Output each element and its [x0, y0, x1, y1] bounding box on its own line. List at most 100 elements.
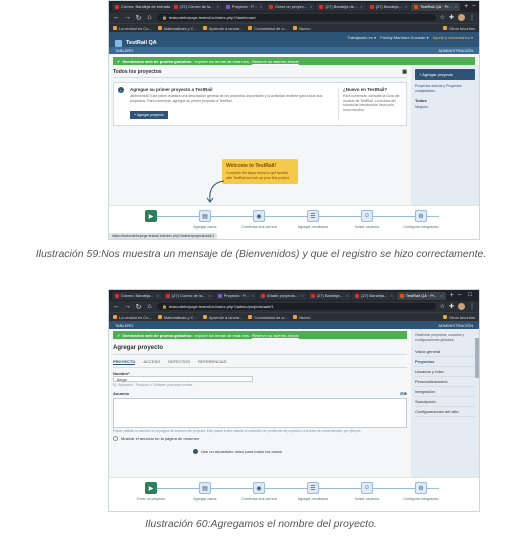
bookmark-item[interactable]: Nuevo: [293, 315, 311, 320]
form-tab[interactable]: PROYECTO: [113, 359, 136, 365]
user-menu[interactable]: Freddy Martínez Guzmán ▾: [380, 35, 428, 40]
bookmark-item[interactable]: Matemáticas y C...: [157, 26, 197, 31]
url-field[interactable]: 🔒 testcodeforjorge.testrail.io/index.php…: [157, 303, 436, 310]
bookmark-item[interactable]: La verdad es Co...: [113, 315, 152, 320]
project-name-input[interactable]: Juego: [113, 376, 253, 382]
single-repo-radio[interactable]: [193, 449, 198, 454]
tab-close-icon[interactable]: ×: [440, 293, 442, 298]
home-icon[interactable]: ⌂: [146, 303, 153, 310]
browser-tab[interactable]: Correo: Bandeja... ×: [112, 291, 162, 300]
profile-avatar[interactable]: [458, 14, 465, 21]
forward-icon[interactable]: →: [124, 303, 131, 310]
onboarding-step[interactable]: ▶ Crear un proyecto: [126, 482, 176, 501]
back-icon[interactable]: ←: [113, 14, 120, 21]
new-tab-button[interactable]: +: [461, 3, 471, 10]
browser-tab[interactable]: Crear un proyec... ×: [266, 2, 316, 11]
tab-close-icon[interactable]: ×: [390, 293, 392, 298]
admin-nav-item[interactable]: Personalizaciones: [415, 377, 475, 387]
form-tab[interactable]: DEFECTOS: [168, 359, 190, 365]
help-menu[interactable]: Ayuda y comentarios ▾: [433, 35, 473, 40]
tab-dashboard[interactable]: TABLERO: [115, 48, 133, 53]
onboarding-step[interactable]: ☺ Invitar usuarios: [342, 482, 392, 501]
menu-dots-icon[interactable]: ⋮: [469, 14, 475, 21]
tab-close-icon[interactable]: ×: [310, 4, 312, 9]
scrollbar-thumb[interactable]: [475, 338, 479, 378]
forward-icon[interactable]: →: [124, 14, 131, 21]
sidebar-links[interactable]: Proyectos activos y Proyectos completado…: [415, 84, 475, 94]
tab-close-icon[interactable]: ×: [405, 4, 407, 9]
onboarding-step[interactable]: ◉ Comienza una carrera: [234, 210, 284, 229]
browser-tab[interactable]: TestRail QA · Pr... ×: [411, 2, 461, 11]
bookmark-item[interactable]: Comunidad de a...: [248, 315, 287, 320]
profile-avatar[interactable]: [458, 303, 465, 310]
other-bookmarks[interactable]: Otros favoritos: [442, 315, 475, 320]
home-icon[interactable]: ⌂: [146, 14, 153, 21]
browser-tab[interactable]: Proyecto · P... ×: [222, 2, 266, 11]
browser-tab[interactable]: (27) Correo de la... ×: [171, 2, 222, 11]
onboarding-step[interactable]: ◉ Comienza una carrera: [234, 482, 284, 501]
admin-nav-item[interactable]: Suscripción: [415, 397, 475, 407]
form-tab[interactable]: ACCESO: [143, 359, 160, 365]
browser-tab[interactable]: TestRail QA · Pr... ×: [396, 291, 446, 300]
minimize-icon[interactable]: –: [458, 292, 461, 299]
url-field[interactable]: 🔒 testcodeforjorge.testrail.io/index.php…: [157, 14, 436, 21]
onboarding-step[interactable]: ⚙ Configurar integración: [396, 210, 446, 229]
browser-tab[interactable]: Correo: Bandeja de entrada×: [112, 2, 170, 11]
form-tab[interactable]: REFERENCIAS: [198, 359, 226, 365]
tab-close-icon[interactable]: ×: [156, 293, 158, 298]
bookmark-star-icon[interactable]: ☆: [440, 303, 445, 310]
tab-close-icon[interactable]: ×: [360, 4, 362, 9]
admin-nav-item[interactable]: Configuraciones del sitio: [415, 407, 475, 417]
reload-icon[interactable]: ↻: [135, 303, 142, 311]
tab-close-icon[interactable]: ×: [455, 4, 457, 9]
puzzle-icon[interactable]: ✚: [449, 303, 454, 310]
repository-option-row[interactable]: Use un repositorio único para todos los …: [113, 449, 407, 454]
browser-tab[interactable]: (27) Bandeja... ×: [307, 291, 352, 300]
admin-nav-item[interactable]: Integración: [415, 387, 475, 397]
onboarding-step[interactable]: ☰ Agregar resultados: [288, 210, 338, 229]
tab-dashboard[interactable]: TABLERO: [115, 323, 133, 328]
bookmark-star-icon[interactable]: ☆: [440, 14, 445, 21]
bookmark-item[interactable]: Aprende a lanzar...: [202, 26, 242, 31]
workspace-menu[interactable]: Trabajando en ▾: [347, 35, 376, 40]
onboarding-step[interactable]: ⚙ Configurar integración: [396, 482, 446, 501]
other-bookmarks[interactable]: Otros favoritos: [442, 26, 475, 31]
tab-close-icon[interactable]: ×: [260, 4, 262, 9]
new-tab-button[interactable]: +: [447, 292, 457, 299]
onboarding-step[interactable]: ▤ Agregar casos: [180, 482, 230, 501]
announcement-textarea[interactable]: [113, 398, 407, 428]
bookmark-item[interactable]: Comunidad de a...: [248, 26, 287, 31]
tab-close-icon[interactable]: ×: [252, 293, 254, 298]
browser-tab[interactable]: (27) Bandeja... ×: [366, 2, 411, 11]
onboarding-step[interactable]: ☰ Agregar resultados: [288, 482, 338, 501]
view-toggle-icon[interactable]: ▦: [402, 69, 407, 75]
minimize-icon[interactable]: –: [472, 3, 475, 10]
back-icon[interactable]: ←: [113, 303, 120, 310]
tab-close-icon[interactable]: ×: [217, 4, 219, 9]
browser-tab[interactable]: Añadir proyecto... ×: [257, 291, 307, 300]
menu-dots-icon[interactable]: ⋮: [469, 303, 475, 310]
bookmark-item[interactable]: La verdad es Co...: [113, 26, 152, 31]
tab-close-icon[interactable]: ×: [301, 293, 303, 298]
banner-link[interactable]: Reserve su asiento ahora!: [252, 59, 299, 64]
tab-administration[interactable]: ADMINISTRACIÓN: [438, 48, 473, 53]
onboarding-step[interactable]: ▤ Agregar casos: [180, 210, 230, 229]
puzzle-icon[interactable]: ✚: [449, 14, 454, 21]
admin-nav-item[interactable]: Proyectos: [415, 357, 475, 367]
browser-tab[interactable]: (27) Bandeja... ×: [352, 291, 396, 300]
admin-nav-item[interactable]: Usuarios y roles: [415, 367, 475, 377]
banner-link[interactable]: Reserve su asiento ahora!: [252, 333, 299, 338]
tab-close-icon[interactable]: ×: [208, 293, 210, 298]
add-project-button[interactable]: + Agregar proyecto: [130, 111, 168, 120]
onboarding-step[interactable]: ▶: [126, 210, 176, 225]
admin-nav-item[interactable]: Visión general: [415, 347, 475, 357]
sidebar-add-project-button[interactable]: + Agregar proyecto: [415, 69, 475, 80]
browser-tab[interactable]: (27) Correo de la... ×: [162, 291, 214, 300]
editor-toolbar-icon[interactable]: ⊟⊕: [400, 391, 407, 396]
tab-administration[interactable]: ADMINISTRACIÓN: [438, 323, 473, 328]
show-announcement-checkbox[interactable]: [113, 436, 118, 441]
browser-tab[interactable]: Proyecto · P... ×: [214, 291, 257, 300]
onboarding-step[interactable]: ☺ Invitar usuarios: [342, 210, 392, 229]
browser-tab[interactable]: (27) Bandeja de... ×: [316, 2, 366, 11]
bookmark-item[interactable]: Aprende a lanzar...: [202, 315, 242, 320]
